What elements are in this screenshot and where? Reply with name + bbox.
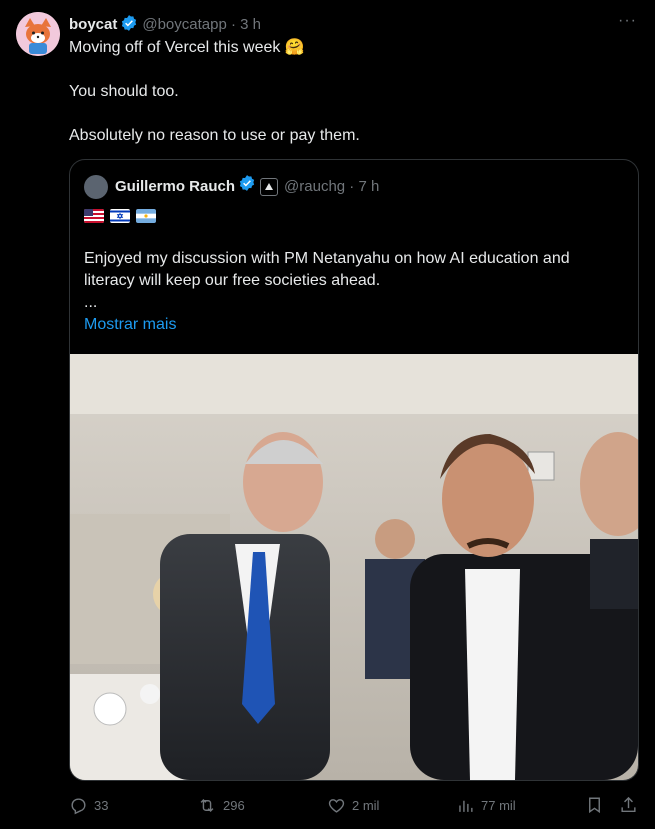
action-bar: 33 296 2 mil 77 mil <box>69 792 641 818</box>
views-chart-icon <box>459 800 473 812</box>
view-count: 77 mil <box>481 797 516 813</box>
quoted-tweet-photo[interactable] <box>70 354 638 780</box>
quoted-author-name: Guillermo Rauch <box>115 178 236 195</box>
bookmark-icon <box>589 797 600 814</box>
affiliate-badge-icon <box>260 178 279 196</box>
author-avatar[interactable] <box>16 12 60 56</box>
reply-count: 33 <box>94 797 109 813</box>
quoted-author-handle: @rauchg <box>284 178 346 195</box>
bookmark-button[interactable] <box>585 792 604 818</box>
quoted-tweet-time: 7 h <box>358 178 380 195</box>
tweet-text: Moving off of Vercel this week 🤗 You sho… <box>69 37 629 169</box>
argentina-flag-icon <box>136 209 156 223</box>
tweet-line: You should too. <box>69 83 179 100</box>
quoted-tweet-header: Guillermo Rauch @rauchg · 7 h <box>84 175 379 199</box>
repost-icon <box>200 798 214 812</box>
quoted-tweet[interactable]: Guillermo Rauch @rauchg · 7 h Enjoyed my… <box>69 159 639 781</box>
tweet-line: Absolutely no reason to use or pay them. <box>69 127 360 144</box>
quoted-tweet-ellipsis: ... <box>84 294 98 311</box>
time-separator: · <box>349 178 355 195</box>
author-handle[interactable]: @boycatapp <box>142 16 226 33</box>
more-options-icon[interactable]: ··· <box>618 12 637 30</box>
reply-button[interactable]: 33 <box>69 792 108 818</box>
share-button[interactable] <box>619 792 638 818</box>
time-separator: · <box>230 16 236 33</box>
views-button[interactable]: 77 mil <box>456 792 516 818</box>
quoted-author-avatar <box>84 175 108 199</box>
heart-icon <box>328 798 345 813</box>
share-icon <box>621 796 636 813</box>
quoted-tweet-text: Enjoyed my discussion with PM Netanyahu … <box>84 250 570 289</box>
tweet-time[interactable]: 3 h <box>240 16 261 33</box>
like-button[interactable]: 2 mil <box>327 792 379 818</box>
verified-badge-icon <box>120 14 138 38</box>
israel-flag-icon <box>110 209 130 223</box>
fox-avatar-icon <box>16 12 60 56</box>
repost-count: 296 <box>223 797 245 813</box>
tweet-header: boycat @boycatapp · 3 h <box>69 14 639 34</box>
like-count: 2 mil <box>352 797 380 813</box>
us-flag-icon <box>84 209 104 223</box>
show-more-link[interactable]: Mostrar mais <box>84 314 176 336</box>
repost-button[interactable]: 296 <box>197 792 245 818</box>
tweet-line: Moving off of Vercel this week 🤗 <box>69 39 305 56</box>
author-name[interactable]: boycat <box>69 16 117 33</box>
reply-icon <box>71 797 86 814</box>
verified-badge-icon <box>238 174 256 200</box>
flag-emojis <box>84 209 156 223</box>
